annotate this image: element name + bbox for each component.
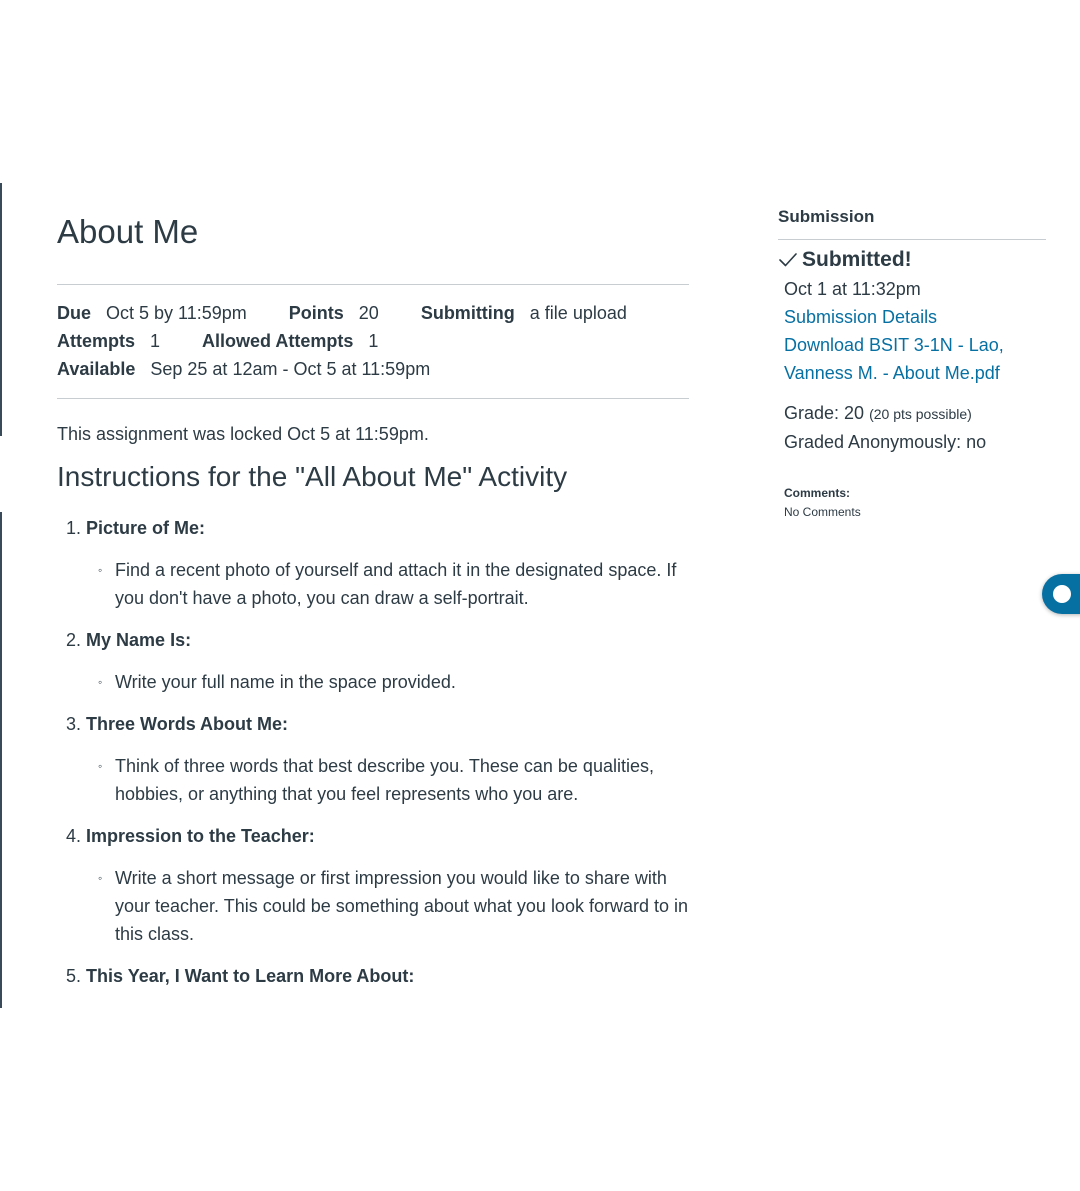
bullet-icon: ◦ — [98, 563, 103, 577]
details-divider — [57, 398, 689, 399]
instruction-heading: This Year, I Want to Learn More About: — [86, 966, 415, 986]
instruction-heading: My Name Is: — [86, 630, 192, 650]
instruction-bullet: ◦ Find a recent photo of yourself and att… — [57, 556, 689, 612]
submitted-label: Submitted! — [802, 248, 912, 271]
graded-anonymously: Graded Anonymously: no — [784, 432, 987, 452]
submitting-label: Submitting — [420, 303, 515, 323]
attempts-value: 1 — [150, 331, 161, 351]
checkmark-icon — [779, 253, 797, 267]
allowed-attempts-value: 1 — [368, 331, 379, 351]
bullet-icon: ◦ — [98, 759, 103, 773]
submission-sidebar: Submission Submitted! Oct 1 at 11:32pm S… — [778, 206, 1046, 522]
comments-value: No Comments — [784, 505, 861, 519]
left-edge-top — [0, 183, 2, 436]
instruction-heading: Impression to the Teacher: — [86, 826, 315, 846]
assignment-details: Due Oct 5 by 11:59pm Points 20 Submittin… — [57, 285, 689, 398]
details-row-2: Attempts 1 Allowed Attempts 1 — [57, 327, 689, 355]
left-edge-bottom — [0, 512, 2, 1008]
due-value: Oct 5 by 11:59pm — [106, 303, 247, 323]
instruction-number: 3. — [66, 714, 82, 734]
download-submission-link[interactable]: Download BSIT 3-1N - Lao, Vanness M. - A… — [784, 331, 1046, 387]
locked-message: This assignment was locked Oct 5 at 11:5… — [57, 424, 429, 444]
details-row-3: Available Sep 25 at 12am - Oct 5 at 11:5… — [57, 355, 689, 383]
grade-line: Grade: 20 (20 pts possible) — [784, 399, 1046, 428]
instruction-number: 1. — [66, 518, 82, 538]
allowed-attempts-label: Allowed Attempts — [202, 331, 354, 351]
bullet-icon: ◦ — [98, 675, 103, 689]
help-chat-icon — [1053, 585, 1071, 603]
instruction-item: 5. This Year, I Want to Learn More About… — [57, 962, 689, 990]
details-row-1: Due Oct 5 by 11:59pm Points 20 Submittin… — [57, 299, 689, 327]
instruction-bullet: ◦ Think of three words that best describe… — [57, 752, 689, 808]
grade-possible: (20 pts possible) — [869, 406, 972, 422]
help-chat-button[interactable] — [1042, 574, 1080, 614]
comments-section: Comments: No Comments — [784, 484, 1046, 522]
submitting-value: a file upload — [529, 303, 627, 323]
attempts-label: Attempts — [57, 331, 136, 351]
instruction-item: 1. Picture of Me: ◦ Find a recent photo o… — [57, 514, 689, 612]
instruction-number: 5. — [66, 966, 82, 986]
comments-label: Comments: — [784, 486, 851, 500]
instruction-bullet: ◦ Write a short message or first impressi… — [57, 864, 689, 948]
available-label: Available — [57, 359, 136, 379]
points-value: 20 — [358, 303, 379, 323]
submission-details-link[interactable]: Submission Details — [784, 303, 1046, 331]
instructions-list: 1. Picture of Me: ◦ Find a recent photo o… — [57, 514, 689, 990]
points-label: Points — [288, 303, 344, 323]
instruction-heading: Three Words About Me: — [86, 714, 289, 734]
instruction-item: 3. Three Words About Me: ◦ Think of three… — [57, 710, 689, 808]
bullet-icon: ◦ — [98, 871, 103, 885]
instruction-number: 2. — [66, 630, 82, 650]
instruction-heading: Picture of Me: — [86, 518, 206, 538]
due-label: Due — [57, 303, 92, 323]
page-title: About Me — [57, 213, 199, 250]
instruction-item: 2. My Name Is: ◦ Write your full name in … — [57, 626, 689, 696]
instructions-title: Instructions for the "All About Me" Acti… — [57, 461, 568, 492]
instruction-item: 4. Impression to the Teacher: ◦ Write a s… — [57, 822, 689, 948]
submission-status: Submitted! — [778, 245, 1046, 275]
available-value: Sep 25 at 12am - Oct 5 at 11:59pm — [150, 359, 431, 379]
submitted-date: Oct 1 at 11:32pm — [784, 279, 921, 299]
submission-title: Submission — [778, 207, 875, 226]
submission-divider — [778, 239, 1046, 240]
instruction-bullet: ◦ Write your full name in the space provi… — [57, 668, 689, 696]
grade-value: Grade: 20 — [784, 403, 865, 423]
assignment-content: About Me Due Oct 5 by 11:59pm Points 20 … — [57, 210, 689, 1008]
instruction-number: 4. — [66, 826, 82, 846]
